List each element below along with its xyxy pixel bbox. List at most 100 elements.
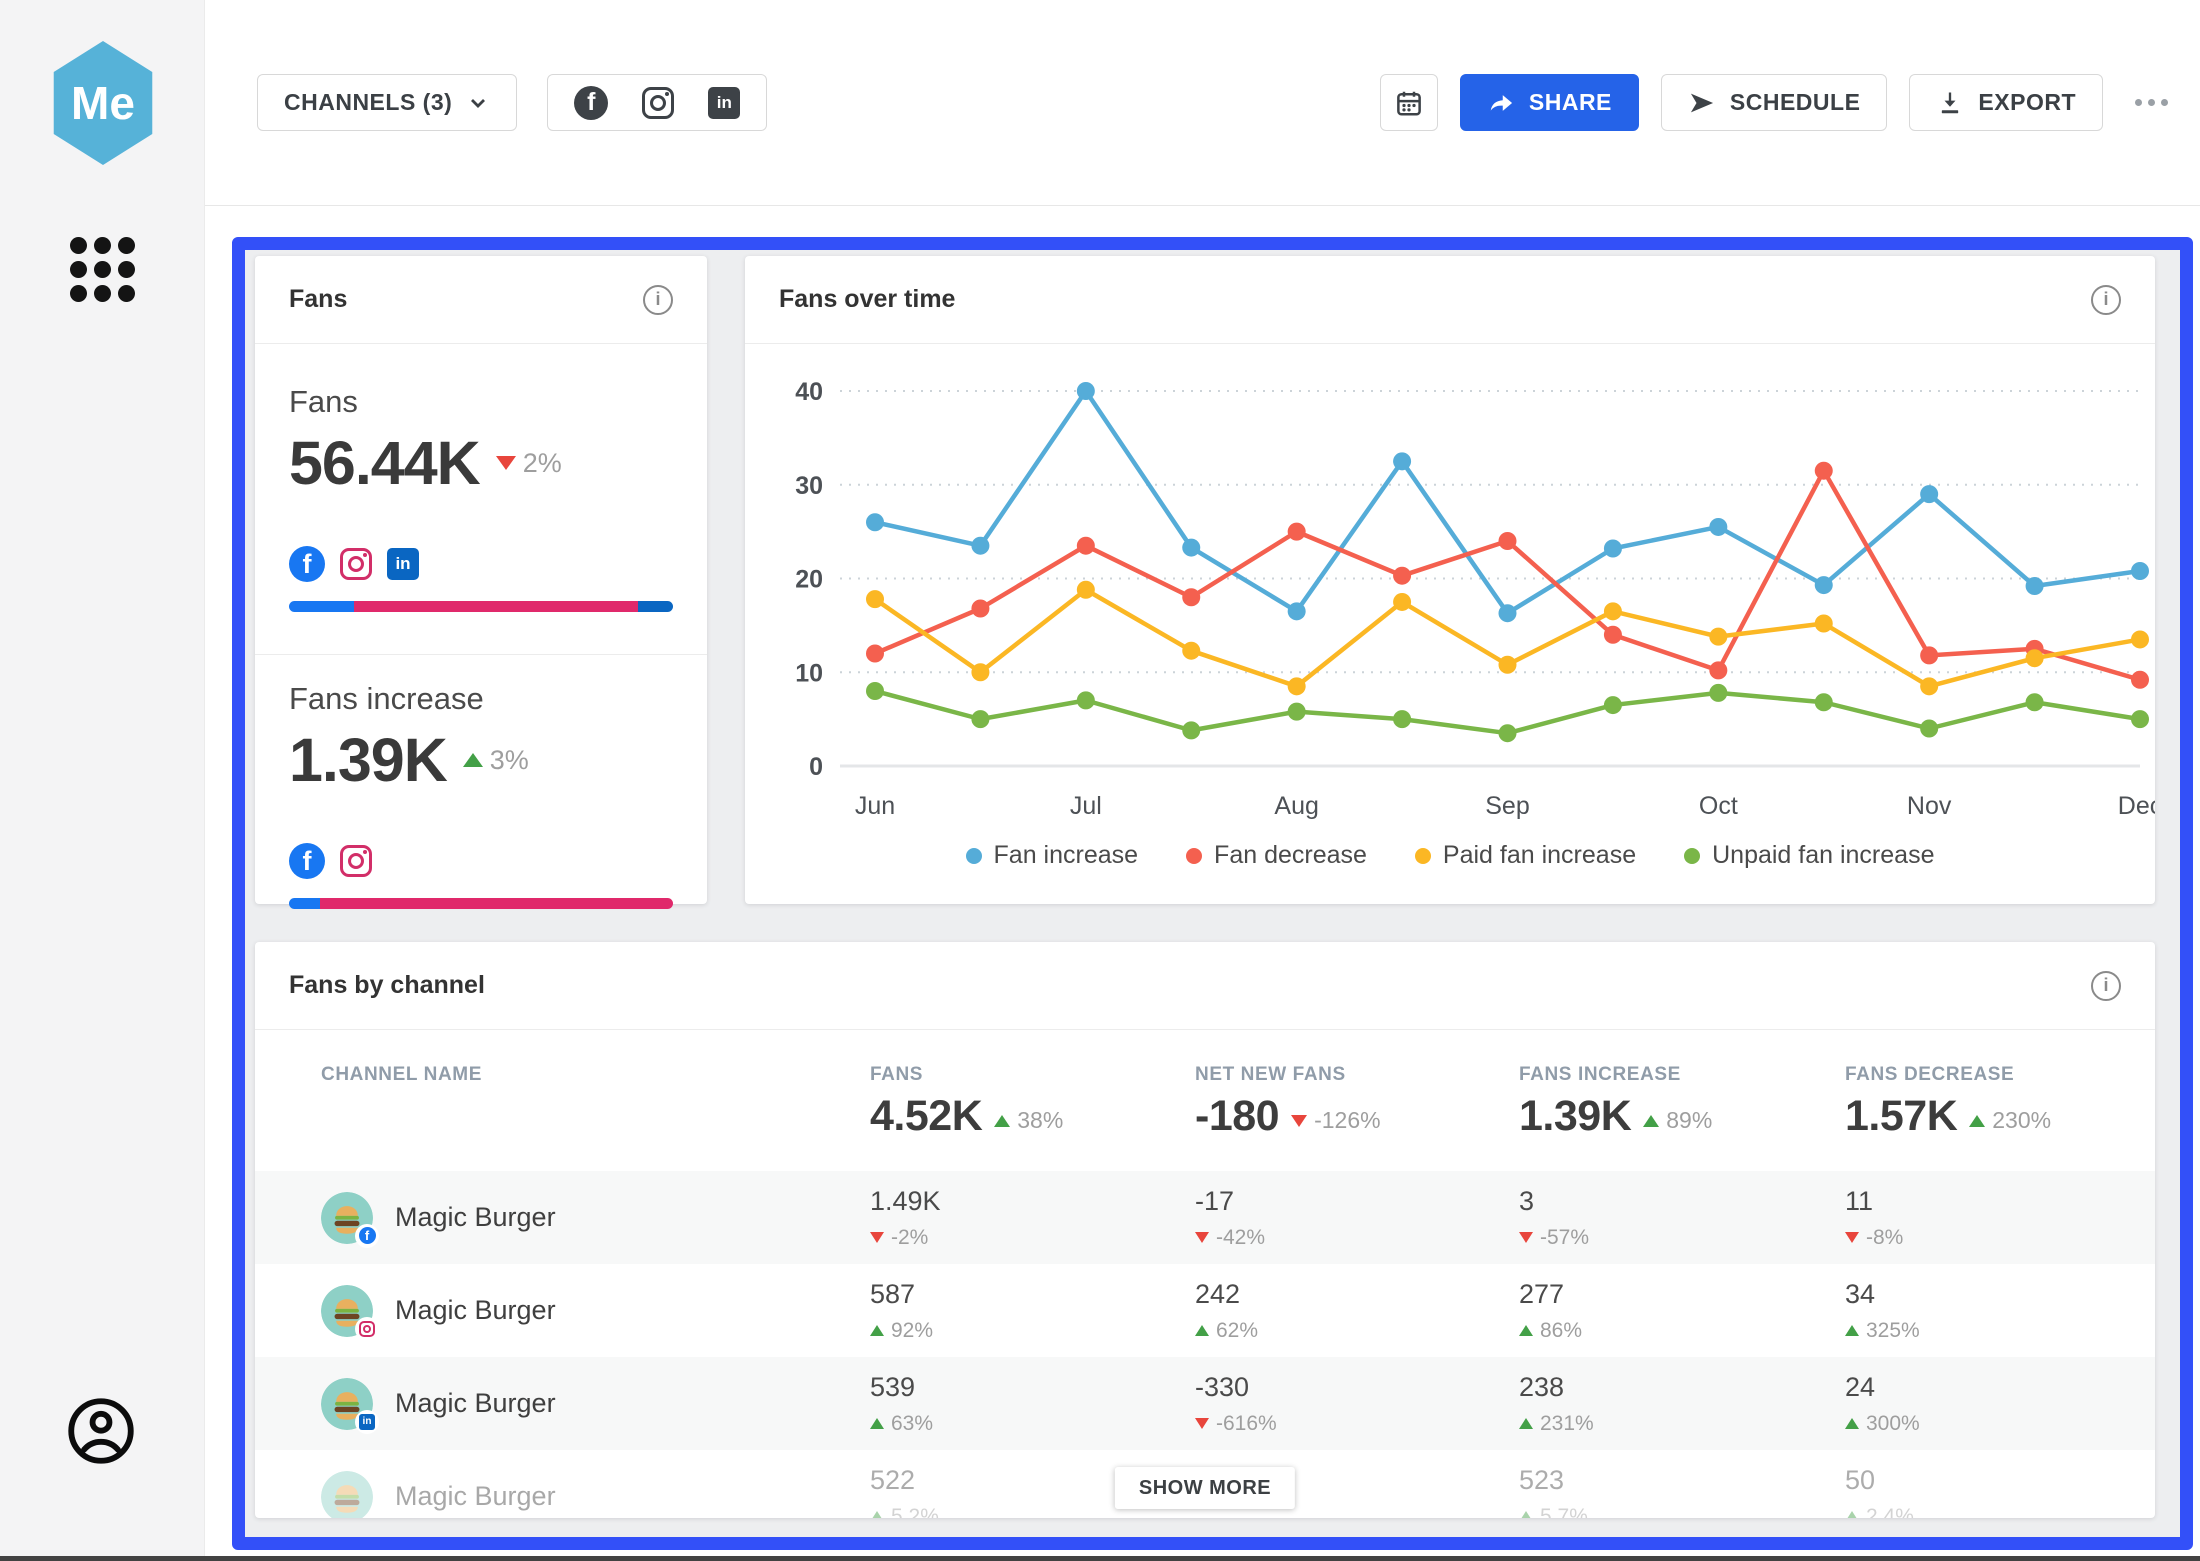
summary-delta: 230%	[1969, 1107, 2051, 1134]
account-icon[interactable]	[66, 1396, 136, 1471]
channel-share-bar	[289, 898, 673, 909]
cell-fans-decrease: 11	[1845, 1186, 2155, 1217]
info-icon[interactable]: i	[2091, 285, 2121, 315]
cell-fans: 1.49K	[870, 1186, 1195, 1217]
apps-grid-icon[interactable]	[70, 237, 135, 302]
channel-name: Magic Burger	[395, 1388, 556, 1419]
svg-text:20: 20	[795, 566, 823, 594]
cell-delta: -8%	[1845, 1226, 1903, 1250]
svg-text:Dec: Dec	[2118, 792, 2155, 820]
cell-delta: 325%	[1845, 1319, 1920, 1343]
legend-item-unpaid-fan-increase[interactable]: Unpaid fan increase	[1684, 841, 1934, 870]
download-icon	[1936, 89, 1964, 117]
cell-delta: -57%	[1519, 1226, 1589, 1250]
legend-label: Unpaid fan increase	[1712, 841, 1934, 870]
instagram-icon	[340, 548, 372, 580]
export-button[interactable]: EXPORT	[1909, 74, 2103, 131]
channels-dropdown-label: CHANNELS (3)	[284, 89, 452, 116]
channel-name: Magic Burger	[395, 1295, 556, 1326]
fans-metric: Fans 56.44K 2% f in	[255, 344, 707, 654]
top-toolbar: CHANNELS (3) f in SHARE S	[205, 0, 2200, 206]
table-row[interactable]: f Magic Burger 1.49K-2% -17-42% 3-57% 11…	[255, 1171, 2155, 1264]
legend-label: Fan decrease	[1214, 841, 1367, 870]
summary-value: -180	[1195, 1092, 1279, 1141]
cell-delta: 300%	[1845, 1412, 1920, 1436]
column-header-fans-decrease: FANS DECREASE	[1845, 1064, 2155, 1086]
more-options-icon[interactable]	[2125, 99, 2178, 106]
cell-fans-increase: 523	[1519, 1465, 1845, 1496]
avatar: in	[321, 1378, 373, 1430]
table-row[interactable]: in Magic Burger 53963% -330-616% 238231%…	[255, 1357, 2155, 1450]
legend-item-paid-fan-increase[interactable]: Paid fan increase	[1415, 841, 1636, 870]
metric-channel-icons: f	[289, 843, 673, 879]
legend-dot	[1684, 848, 1700, 864]
avatar	[321, 1285, 373, 1337]
instagram-icon	[340, 845, 372, 877]
svg-text:Sep: Sep	[1485, 792, 1529, 820]
fans-increase-metric: Fans increase 1.39K 3% f	[255, 654, 707, 933]
cell-delta: 63%	[870, 1412, 933, 1436]
cell-fans-increase: 238	[1519, 1372, 1845, 1403]
cell-fans-increase: 3	[1519, 1186, 1845, 1217]
linkedin-icon: in	[387, 548, 419, 580]
channel-share-bar	[289, 601, 673, 612]
cell-delta: 5.7%	[1519, 1505, 1588, 1519]
channels-dropdown-button[interactable]: CHANNELS (3)	[257, 74, 517, 131]
summary-value: 4.52K	[870, 1092, 982, 1141]
cell-delta: -616%	[1195, 1412, 1277, 1436]
avatar	[321, 1471, 373, 1519]
summary-delta: 38%	[994, 1107, 1063, 1134]
legend-item-fan-decrease[interactable]: Fan decrease	[1186, 841, 1367, 870]
column-header-net-new-fans: NET NEW FANS	[1195, 1064, 1519, 1086]
channel-name: Magic Burger	[395, 1481, 556, 1512]
instagram-icon[interactable]	[642, 87, 674, 119]
metric-channel-icons: f in	[289, 546, 673, 582]
chart-card-header: Fans over time i	[745, 256, 2155, 344]
metric-delta: 2%	[496, 448, 562, 479]
date-range-button[interactable]	[1380, 74, 1438, 131]
table-row[interactable]: Magic Burger 58792% 24262% 27786% 34325%	[255, 1264, 2155, 1357]
table-card-header: Fans by channel i	[255, 942, 2155, 1030]
cell-delta: 5.2%	[870, 1505, 939, 1519]
summary-fans: FANS 4.52K 38%	[870, 1064, 1195, 1141]
legend-dot	[1186, 848, 1202, 864]
avatar: f	[321, 1192, 373, 1244]
legend-item-fan-increase[interactable]: Fan increase	[966, 841, 1139, 870]
metric-value: 56.44K	[289, 428, 480, 498]
fans-over-time-card: Fans over time i 010203040JunJulAugSepOc…	[745, 256, 2155, 904]
share-button[interactable]: SHARE	[1460, 74, 1639, 131]
column-header-channel-name: CHANNEL NAME	[321, 1064, 870, 1086]
send-icon	[1688, 89, 1716, 117]
fans-card-title: Fans	[289, 285, 347, 314]
svg-text:Nov: Nov	[1907, 792, 1952, 820]
info-icon[interactable]: i	[643, 285, 673, 315]
cell-fans: 539	[870, 1372, 1195, 1403]
schedule-button[interactable]: SCHEDULE	[1661, 74, 1888, 131]
cell-net-new-fans: -17	[1195, 1186, 1519, 1217]
cell-fans: 587	[870, 1279, 1195, 1310]
cell-delta: 231%	[1519, 1412, 1594, 1436]
summary-delta: 89%	[1643, 1107, 1712, 1134]
summary-delta: -126%	[1291, 1107, 1380, 1134]
table-summary-row: CHANNEL NAME FANS 4.52K38% NET NEW FANS …	[255, 1030, 2155, 1171]
info-icon[interactable]: i	[2091, 971, 2121, 1001]
logo-text: Me	[71, 76, 135, 130]
svg-text:0: 0	[809, 753, 823, 781]
app-logo[interactable]: Me	[47, 41, 159, 165]
channel-name: Magic Burger	[395, 1202, 556, 1233]
show-more-button[interactable]: SHOW MORE	[1115, 1467, 1295, 1509]
dashboard-selection-frame[interactable]: Fans i Fans 56.44K 2% f in Fans increase	[232, 237, 2193, 1550]
metric-value: 1.39K	[289, 725, 447, 795]
cell-net-new-fans: 242	[1195, 1279, 1519, 1310]
cell-delta: 2.4%	[1845, 1505, 1914, 1519]
cell-fans-decrease: 24	[1845, 1372, 2155, 1403]
linkedin-icon[interactable]: in	[708, 87, 740, 119]
calendar-icon	[1394, 88, 1424, 118]
facebook-icon[interactable]: f	[574, 86, 608, 120]
chart-legend: Fan increase Fan decrease Paid fan incre…	[745, 841, 2155, 870]
column-header-fans: FANS	[870, 1064, 1195, 1086]
channel-filter-icons: f in	[547, 74, 767, 131]
summary-fans-decrease: FANS DECREASE 1.57K230%	[1845, 1064, 2155, 1141]
cell-delta: -42%	[1195, 1226, 1265, 1250]
svg-text:10: 10	[795, 659, 823, 687]
